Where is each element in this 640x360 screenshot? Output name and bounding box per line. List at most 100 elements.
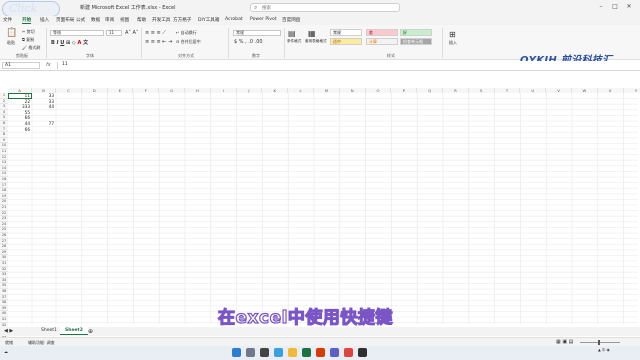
- conditional-format-button[interactable]: 条件格式: [287, 39, 301, 44]
- cell-style-option[interactable]: 计算: [366, 38, 398, 45]
- menu-tab[interactable]: 文件: [3, 17, 12, 23]
- separator: [228, 28, 229, 58]
- close-icon[interactable]: ✕: [622, 3, 636, 10]
- column-header[interactable]: S: [468, 88, 495, 93]
- column-header[interactable]: H: [185, 88, 211, 93]
- search-taskbar-icon[interactable]: [246, 348, 255, 357]
- column-header[interactable]: J: [236, 88, 263, 93]
- alignment-group-label: 对齐方式: [178, 53, 194, 58]
- column-header[interactable]: D: [81, 88, 108, 93]
- menu-tab[interactable]: 审阅: [105, 17, 114, 23]
- cell-style-option[interactable]: 好: [400, 29, 432, 36]
- table-format-icon[interactable]: ▦: [308, 29, 316, 38]
- column-header[interactable]: Y: [623, 88, 640, 93]
- edge-icon[interactable]: [274, 348, 283, 357]
- menu-tab[interactable]: 公式: [76, 17, 85, 23]
- column-header[interactable]: O: [365, 88, 392, 93]
- taskview-icon[interactable]: [260, 348, 269, 357]
- column-header[interactable]: F: [133, 88, 160, 93]
- add-sheet-icon[interactable]: ⊕: [88, 328, 93, 335]
- cell[interactable]: 77: [32, 121, 56, 127]
- worksheet-grid[interactable]: A B C D E F G H I J K L M N O P Q R S T U V W X Y 1 2 3 4 5 6 7 8 9 10 11 12…: [0, 88, 640, 340]
- paste-icon[interactable]: 📋: [6, 28, 17, 38]
- column-header[interactable]: T: [494, 88, 521, 93]
- menu-tab[interactable]: Acrobat: [225, 17, 243, 22]
- column-header[interactable]: L: [288, 88, 314, 93]
- column-header[interactable]: W: [572, 88, 598, 93]
- zoom-slider-thumb[interactable]: [598, 340, 600, 345]
- column-header[interactable]: X: [597, 88, 624, 93]
- search-input[interactable]: ⌕ 搜索: [250, 3, 400, 12]
- column-header[interactable]: P: [391, 88, 418, 93]
- column-header[interactable]: C: [56, 88, 82, 93]
- menu-tab[interactable]: 开发工具: [152, 17, 170, 23]
- column-header[interactable]: G: [159, 88, 185, 93]
- column-header[interactable]: E: [107, 88, 134, 93]
- menu-tab[interactable]: Power Pivot: [250, 17, 277, 22]
- menu-tab[interactable]: 页面布局: [56, 17, 74, 23]
- column-header[interactable]: N: [339, 88, 366, 93]
- column-header[interactable]: K: [262, 88, 289, 93]
- cell-style-option[interactable]: 常规: [330, 29, 362, 36]
- separator: [442, 28, 443, 58]
- number-format-select[interactable]: 常规: [233, 30, 281, 36]
- wrap-text-button[interactable]: ↵ 自动换行: [176, 30, 197, 36]
- column-header[interactable]: U: [520, 88, 547, 93]
- cell-style-option[interactable]: 差: [366, 29, 398, 36]
- conditional-format-icon[interactable]: ▤: [288, 29, 296, 38]
- cell[interactable]: 44: [32, 104, 56, 110]
- name-box[interactable]: A1: [2, 62, 40, 69]
- formula-input[interactable]: 11: [57, 62, 635, 69]
- column-header[interactable]: V: [546, 88, 572, 93]
- copy-button[interactable]: ⧉ 复制: [22, 37, 34, 43]
- insert-cells-button[interactable]: 插入: [449, 40, 457, 46]
- align-buttons[interactable]: ≡ ≡ ≡ ⇤ ⇥: [145, 39, 172, 45]
- sheet-nav-arrows[interactable]: ◀ ▶: [4, 328, 13, 334]
- sheet-tab[interactable]: Sheet1: [36, 327, 62, 335]
- align-top-buttons[interactable]: ≡ ≡ ≡ ⟋: [145, 30, 166, 36]
- app-icon[interactable]: [330, 348, 339, 357]
- paste-button[interactable]: 粘贴: [7, 40, 15, 46]
- minimize-icon[interactable]: –: [594, 3, 608, 10]
- menu-tab[interactable]: 百度网盘: [282, 17, 300, 23]
- insert-cells-icon[interactable]: ⊞: [449, 30, 456, 39]
- font-format-buttons[interactable]: B I U ⊞ ◇ A 文: [51, 39, 88, 46]
- column-header[interactable]: Q: [417, 88, 443, 93]
- zoom-slider[interactable]: [580, 342, 620, 343]
- maximize-icon[interactable]: □: [608, 3, 622, 10]
- sheet-tab[interactable]: Sheet2: [60, 327, 88, 335]
- menu-tab[interactable]: 帮助: [137, 17, 146, 23]
- table-format-button[interactable]: 套用表格格式: [305, 39, 327, 44]
- column-header[interactable]: R: [443, 88, 469, 93]
- font-name-select[interactable]: 等线: [50, 30, 104, 36]
- search-placeholder: 搜索: [262, 6, 271, 11]
- format-painter-button[interactable]: 🖌 格式刷: [22, 45, 40, 51]
- explorer-icon[interactable]: [288, 348, 297, 357]
- cell-style-option[interactable]: 检查单元格: [400, 38, 432, 45]
- app-icon[interactable]: [358, 348, 367, 357]
- fx-icon[interactable]: fx: [46, 62, 51, 68]
- view-buttons[interactable]: ▦ ▣ ▤: [556, 339, 573, 345]
- system-clock[interactable]: ▲ 中 ◉: [598, 348, 610, 353]
- merge-center-button[interactable]: ⊟ 合并后居中: [176, 39, 201, 45]
- start-icon[interactable]: [232, 348, 241, 357]
- app-icon[interactable]: [344, 348, 353, 357]
- font-grow-shrink[interactable]: A˄ A˅: [125, 30, 138, 36]
- menu-tab[interactable]: DIY工具箱: [198, 17, 219, 23]
- menu-tab[interactable]: 数据: [91, 17, 100, 23]
- app-icon[interactable]: [316, 348, 325, 357]
- column-header[interactable]: M: [314, 88, 340, 93]
- column-header[interactable]: I: [210, 88, 237, 93]
- cell-style-option[interactable]: 适中: [330, 38, 362, 45]
- number-format-buttons[interactable]: $ % , .0 .00: [234, 39, 263, 45]
- cut-button[interactable]: ✂ 剪切: [22, 29, 35, 35]
- weather-widget[interactable]: ☁: [4, 349, 8, 354]
- menu-tab[interactable]: 方方格子: [173, 17, 191, 23]
- menu-tab[interactable]: 视图: [120, 17, 129, 23]
- menu-tab[interactable]: 开始: [22, 17, 32, 24]
- font-size-select[interactable]: 11: [106, 30, 122, 36]
- selected-cell[interactable]: [8, 93, 32, 99]
- excel-taskbar-icon[interactable]: [302, 348, 311, 357]
- menu-tab[interactable]: 插入: [40, 17, 49, 23]
- cell[interactable]: 66: [8, 127, 32, 133]
